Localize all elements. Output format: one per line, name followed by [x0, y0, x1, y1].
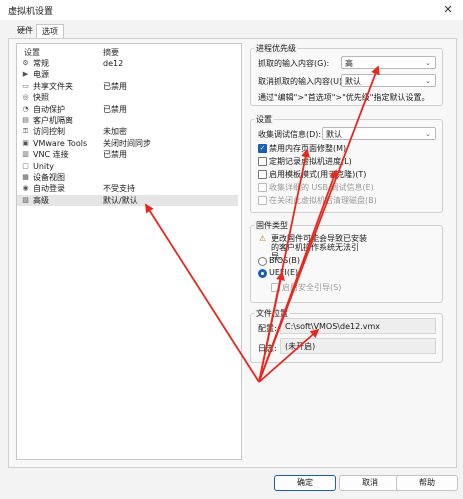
- vmware-tools-icon: ▣: [22, 138, 29, 147]
- close-button[interactable]: ✕: [437, 1, 459, 19]
- settings-list-item[interactable]: ▢ Unity: [17, 161, 238, 172]
- isolation-icon: ▤: [22, 116, 29, 124]
- settings-list-item[interactable]: ◎ 快照: [17, 92, 238, 103]
- settings-item-name: 自动保护: [33, 104, 65, 114]
- settings-list-item[interactable]: ▦ 设备视图: [17, 172, 238, 183]
- grabbed-input-value: 高: [345, 59, 353, 68]
- setting-checkbox-label: 在关闭此虚拟机后清理磁盘(B): [269, 196, 377, 205]
- settings-list-item[interactable]: ▶ 电源: [17, 69, 238, 80]
- tab-options[interactable]: 选项: [36, 24, 64, 39]
- snapshot-icon: ◎: [22, 93, 29, 102]
- power-icon: ▶: [22, 70, 29, 79]
- unity-icon: ▢: [22, 161, 29, 170]
- setting-checkbox[interactable]: [258, 183, 267, 192]
- settings-item-summary: 关闭时间同步: [103, 138, 151, 148]
- settings-item-summary: 未加密: [103, 127, 127, 137]
- settings-item-summary: 已禁用: [103, 150, 127, 160]
- log-path-field[interactable]: (未开启): [280, 338, 436, 354]
- setting-checkbox-label: 定期记录虚拟机进度(L): [269, 157, 352, 166]
- settings-item-summary: 已禁用: [103, 104, 127, 114]
- settings-item-name: 共享文件夹: [33, 81, 73, 91]
- settings-list-item[interactable]: ▣ VMware Tools 关闭时间同步: [17, 138, 238, 149]
- log-label: 日志:: [258, 344, 277, 353]
- settings-list-item[interactable]: ◔ 自动保护 已禁用: [17, 104, 238, 115]
- shared-folder-icon: ▭: [22, 81, 29, 90]
- settings-item-summary: 不受支持: [103, 184, 135, 194]
- settings-item-name: VMware Tools: [33, 138, 88, 148]
- title-bar: [0, 0, 463, 20]
- ungrabbed-input-label: 取消抓取的输入内容(U):: [258, 77, 345, 86]
- settings-item-name: 常规: [33, 59, 49, 68]
- process-priority-title: 进程优先级: [254, 43, 298, 54]
- settings-item-name: 客户机隔离: [33, 116, 73, 125]
- grabbed-input-select[interactable]: 高 ⌄: [341, 56, 436, 69]
- settings-item-name: 访问控制: [33, 127, 65, 137]
- setting-checkbox-label: 禁用内存页面修整(M): [269, 144, 347, 153]
- setting-checkbox[interactable]: [258, 157, 267, 166]
- autologin-icon: ◉: [22, 184, 29, 193]
- settings-list-item[interactable]: ⚿ 访问控制 未加密: [17, 126, 238, 137]
- chevron-down-icon: ⌄: [425, 130, 431, 138]
- uefi-label: UEFI(E): [269, 268, 299, 277]
- vnc-icon: ▥: [22, 150, 29, 159]
- settings-item-name: Unity: [33, 161, 55, 171]
- settings-item-name: 设备视图: [33, 173, 65, 182]
- settings-list-item[interactable]: ▧ 高级 默认/默认: [17, 194, 238, 206]
- setting-checkbox[interactable]: ✓: [258, 144, 267, 153]
- bios-label: BIOS(B): [269, 256, 300, 265]
- settings-list-item[interactable]: ◉ 自动登录 不受支持: [17, 183, 238, 194]
- settings-title: 设置: [254, 114, 274, 125]
- secure-boot-label: 启用安全引导(S): [282, 283, 342, 292]
- settings-item-summary: de12: [103, 59, 124, 68]
- help-button[interactable]: 帮助: [396, 475, 458, 491]
- settings-item-summary: 已禁用: [103, 81, 127, 91]
- setting-checkbox[interactable]: [258, 170, 267, 179]
- settings-item-name: 快照: [33, 93, 49, 103]
- grabbed-input-label: 抓取的输入内容(G):: [258, 59, 330, 68]
- tab-hardware[interactable]: 硬件: [12, 24, 38, 38]
- warning-icon: ⚠: [259, 234, 267, 243]
- settings-item-name: VNC 连接: [33, 150, 69, 160]
- setting-checkbox-label: 启用模板模式(用于克隆)(T): [269, 170, 367, 179]
- config-label: 配置:: [258, 324, 277, 333]
- bios-radio[interactable]: [258, 257, 267, 266]
- ok-button[interactable]: 确定: [274, 475, 336, 491]
- settings-item-summary: 默认/默认: [103, 195, 138, 205]
- advanced-icon: ▧: [22, 195, 29, 204]
- cancel-button[interactable]: 取消: [339, 475, 401, 491]
- debug-info-select[interactable]: 默认 ⌄: [322, 127, 436, 140]
- autoprotect-icon: ◔: [22, 104, 29, 113]
- ungrabbed-input-value: 默认: [345, 77, 361, 86]
- ungrabbed-input-select[interactable]: 默认 ⌄: [341, 74, 436, 87]
- secure-boot-checkbox[interactable]: [271, 283, 280, 292]
- settings-list-item[interactable]: ⚙ 常规 de12: [17, 58, 238, 69]
- setting-checkbox[interactable]: [258, 196, 267, 205]
- debug-info-label: 收集调试信息(D):: [258, 130, 322, 139]
- settings-item-name: 高级: [33, 195, 49, 205]
- column-header-summary: 摘要: [103, 48, 119, 57]
- settings-list-item[interactable]: ▥ VNC 连接 已禁用: [17, 149, 238, 160]
- settings-item-name: 电源: [33, 70, 49, 80]
- chevron-down-icon: ⌄: [425, 77, 431, 85]
- gear-icon: ⚙: [22, 59, 29, 67]
- column-header-setting: 设置: [24, 48, 40, 57]
- access-control-icon: ⚿: [22, 127, 29, 136]
- settings-list-item[interactable]: ▤ 客户机隔离: [17, 115, 238, 126]
- config-path-field[interactable]: C:\soft\VMOS\de12.vmx: [280, 318, 436, 334]
- settings-list-item[interactable]: ▭ 共享文件夹 已禁用: [17, 81, 238, 92]
- priority-hint: 通过"编辑">"首选项">"优先级"指定默认设置。: [258, 93, 430, 102]
- settings-item-name: 自动登录: [33, 184, 65, 194]
- uefi-radio[interactable]: [258, 269, 267, 278]
- setting-checkbox-label: 收集详细的 USB 调试信息(E): [269, 183, 374, 192]
- appliance-view-icon: ▦: [22, 173, 29, 181]
- debug-info-value: 默认: [326, 130, 342, 139]
- chevron-down-icon: ⌄: [425, 59, 431, 67]
- window-title: 虚拟机设置: [8, 7, 54, 17]
- firmware-title: 固件类型: [254, 220, 290, 231]
